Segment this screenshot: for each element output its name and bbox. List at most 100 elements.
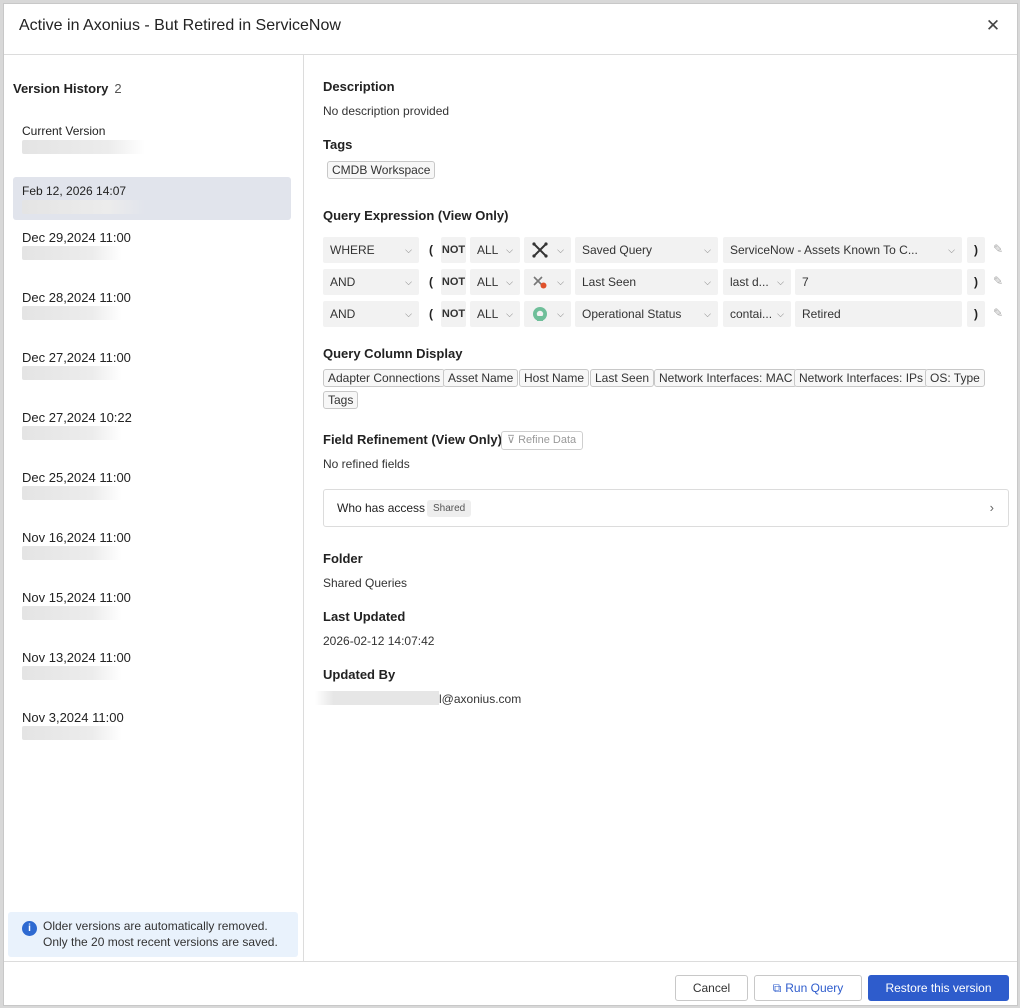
value-input[interactable]: Retired xyxy=(795,301,962,327)
version-item[interactable]: Nov 16,2024 11:00 xyxy=(13,523,291,566)
retention-info-banner: i Older versions are automatically remov… xyxy=(8,912,298,957)
dialog-footer: Cancel ⧉ Run Query Restore this version xyxy=(4,961,1017,1007)
version-item[interactable]: Dec 27,2024 10:22 xyxy=(13,403,291,446)
version-history-panel: Version History 2 Current Version Feb 12,… xyxy=(4,55,304,961)
open-paren-toggle[interactable]: ( xyxy=(425,237,437,263)
external-link-icon: ⧉ xyxy=(772,981,782,995)
restore-version-button[interactable]: Restore this version xyxy=(868,975,1009,1001)
version-item[interactable]: Nov 15,2024 11:00 xyxy=(13,583,291,626)
info-icon: i xyxy=(22,921,37,936)
version-label: Current Version xyxy=(22,124,106,138)
tags-title: Tags xyxy=(323,137,353,152)
version-label: Dec 27,2024 10:22 xyxy=(22,410,132,425)
dialog-title: Active in Axonius - But Retired in Servi… xyxy=(19,17,341,34)
logic-operator-value: AND xyxy=(330,307,356,321)
version-item[interactable]: Dec 27,2024 11:00 xyxy=(13,343,291,386)
query-row: WHERE ⌵ ( NOT ALL ⌵ ⌵ Saved Query ⌵ Service… xyxy=(323,237,1013,263)
version-author-redacted xyxy=(22,546,122,560)
version-item[interactable]: Nov 13,2024 11:00 xyxy=(13,643,291,686)
close-paren-toggle[interactable]: ) xyxy=(967,269,985,295)
version-item[interactable]: Nov 3,2024 11:00 xyxy=(13,703,291,746)
column-chip: Last Seen xyxy=(590,369,655,387)
condition-value: ServiceNow - Assets Known To C... xyxy=(730,243,918,257)
field-value: Last Seen xyxy=(582,275,637,289)
close-paren-toggle[interactable]: ) xyxy=(967,237,985,263)
field-value: Saved Query xyxy=(582,243,653,257)
chevron-down-icon: ⌵ xyxy=(704,277,711,287)
version-author-redacted xyxy=(22,606,122,620)
multi-adapter-icon xyxy=(533,276,547,289)
field-value: Operational Status xyxy=(582,307,682,321)
close-icon[interactable]: ✕ xyxy=(983,16,1003,36)
chevron-down-icon: ⌵ xyxy=(948,245,955,255)
condition-select[interactable]: ServiceNow - Assets Known To C... ⌵ xyxy=(723,237,962,263)
operator-value: last d... xyxy=(730,275,769,289)
version-item-current[interactable]: Current Version xyxy=(13,117,291,160)
adapter-select[interactable]: ⌵ xyxy=(524,269,571,295)
version-history-title: Version History 2 xyxy=(13,81,122,96)
filter-icon: ⊽ xyxy=(507,434,516,446)
chevron-down-icon: ⌵ xyxy=(405,309,412,319)
access-label: Who has access xyxy=(337,501,426,515)
cancel-button[interactable]: Cancel xyxy=(675,975,748,1001)
query-expression-title: Query Expression (View Only) xyxy=(323,208,509,223)
version-author-redacted xyxy=(22,666,122,680)
version-author-redacted xyxy=(22,306,122,320)
column-display-title: Query Column Display xyxy=(323,346,463,361)
open-paren-toggle[interactable]: ( xyxy=(425,301,437,327)
chevron-down-icon: ⌵ xyxy=(506,245,513,255)
email-redacted xyxy=(315,691,439,705)
version-author-redacted xyxy=(22,246,122,260)
operator-select[interactable]: last d... ⌵ xyxy=(723,269,791,295)
folder-value: Shared Queries xyxy=(323,576,408,590)
not-toggle[interactable]: NOT xyxy=(441,237,466,263)
version-history-heading: Version History xyxy=(13,81,109,96)
run-query-label: Run Query xyxy=(785,981,844,995)
close-paren-toggle[interactable]: ) xyxy=(967,301,985,327)
all-select[interactable]: ALL ⌵ xyxy=(470,269,520,295)
who-has-access-row[interactable]: Who has access Shared › xyxy=(323,489,1009,527)
servicenow-adapter-icon xyxy=(533,307,547,321)
field-select[interactable]: Saved Query ⌵ xyxy=(575,237,718,263)
version-label: Nov 13,2024 11:00 xyxy=(22,650,131,665)
description-title: Description xyxy=(323,79,395,94)
all-select[interactable]: ALL ⌵ xyxy=(470,301,520,327)
logic-operator-select[interactable]: AND ⌵ xyxy=(323,301,419,327)
not-toggle[interactable]: NOT xyxy=(441,269,466,295)
not-toggle[interactable]: NOT xyxy=(441,301,466,327)
operator-select[interactable]: contai... ⌵ xyxy=(723,301,791,327)
open-paren-toggle[interactable]: ( xyxy=(425,269,437,295)
saved-query-adapter-icon xyxy=(532,242,548,258)
chevron-down-icon: ⌵ xyxy=(405,277,412,287)
adapter-select[interactable]: ⌵ xyxy=(524,237,571,263)
version-item-selected[interactable]: Feb 12, 2026 14:07 xyxy=(13,177,291,220)
value-input[interactable]: 7 xyxy=(795,269,962,295)
logic-operator-select[interactable]: WHERE ⌵ xyxy=(323,237,419,263)
field-select[interactable]: Operational Status ⌵ xyxy=(575,301,718,327)
adapter-select[interactable]: ⌵ xyxy=(524,301,571,327)
all-select-value: ALL xyxy=(477,307,499,321)
version-item[interactable]: Dec 28,2024 11:00 xyxy=(13,283,291,326)
last-updated-title: Last Updated xyxy=(323,609,406,624)
chevron-down-icon: ⌵ xyxy=(557,245,564,255)
field-refinement-title: Field Refinement (View Only) xyxy=(323,432,502,447)
version-item[interactable]: Dec 25,2024 11:00 xyxy=(13,463,291,506)
edit-row-icon[interactable]: ✎ xyxy=(993,274,1007,290)
logic-operator-select[interactable]: AND ⌵ xyxy=(323,269,419,295)
all-select[interactable]: ALL ⌵ xyxy=(470,237,520,263)
logic-operator-value: AND xyxy=(330,275,356,289)
column-chip: Adapter Connections xyxy=(323,369,446,387)
version-author-redacted xyxy=(22,426,122,440)
updated-by-title: Updated By xyxy=(323,667,396,682)
retention-info-text: Older versions are automatically removed… xyxy=(43,919,278,949)
field-select[interactable]: Last Seen ⌵ xyxy=(575,269,718,295)
edit-row-icon[interactable]: ✎ xyxy=(993,242,1007,258)
version-label: Dec 25,2024 11:00 xyxy=(22,470,131,485)
edit-row-icon[interactable]: ✎ xyxy=(993,306,1007,322)
shared-badge: Shared xyxy=(427,500,472,517)
run-query-button[interactable]: ⧉ Run Query xyxy=(754,975,862,1001)
version-count: 2 xyxy=(114,81,122,96)
version-item[interactable]: Dec 29,2024 11:00 xyxy=(13,223,291,266)
query-row: AND ⌵ ( NOT ALL ⌵ ⌵ Last Seen ⌵ last d... ⌵ … xyxy=(323,269,1013,295)
column-chip: Network Interfaces: MAC xyxy=(654,369,798,387)
